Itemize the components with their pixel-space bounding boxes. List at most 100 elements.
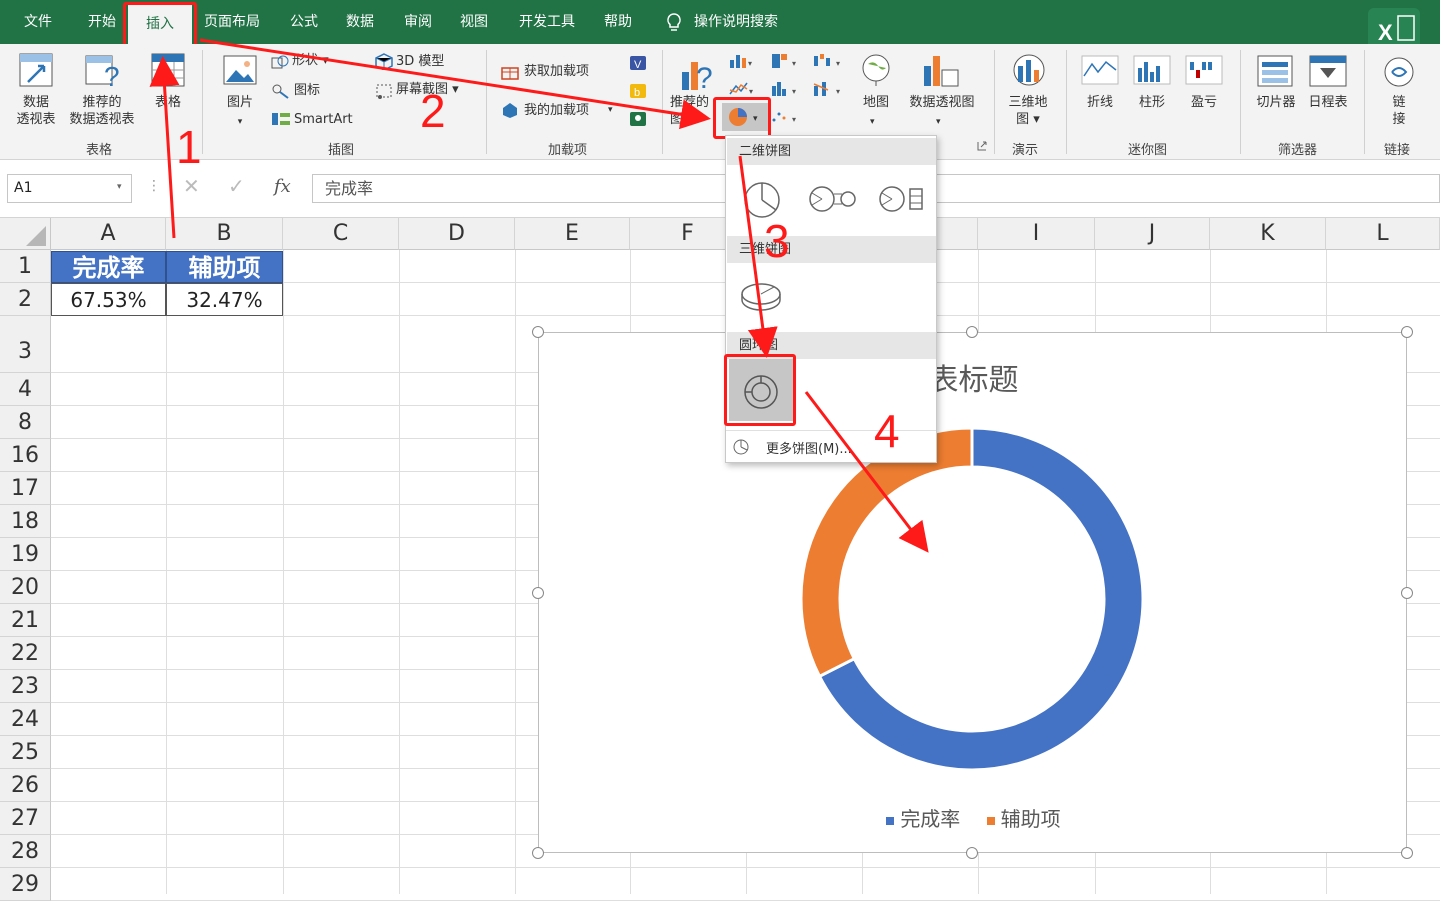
my-addins-button[interactable]: 我的加载项 bbox=[524, 102, 589, 119]
chevron-down-icon[interactable]: ▾ bbox=[117, 182, 122, 192]
resize-handle[interactable] bbox=[1401, 587, 1413, 599]
timeline-button[interactable]: 日程表 bbox=[1302, 94, 1354, 111]
sparkline-winloss-button[interactable]: 盈亏 bbox=[1184, 94, 1224, 111]
tab-developer[interactable]: 开发工具 bbox=[512, 0, 582, 44]
row-header-4[interactable]: 4 bbox=[0, 373, 51, 406]
row-header-1[interactable]: 1 bbox=[0, 250, 51, 283]
pivot-table-button[interactable]: 数据 透视表 bbox=[10, 94, 62, 128]
combo-chart-icon: ▾ bbox=[813, 82, 840, 96]
cell-a2[interactable]: 67.53% bbox=[51, 283, 166, 316]
column-header-i[interactable]: I bbox=[978, 218, 1095, 250]
doughnut-chart[interactable]: 表标题 完成率 辅助项 bbox=[538, 332, 1407, 853]
resize-handle[interactable] bbox=[1401, 847, 1413, 859]
row-header-19[interactable]: 19 bbox=[0, 538, 51, 571]
row-header-18[interactable]: 18 bbox=[0, 505, 51, 538]
row-header-28[interactable]: 28 bbox=[0, 835, 51, 868]
row-header-17[interactable]: 17 bbox=[0, 472, 51, 505]
pie-3d-icon[interactable] bbox=[740, 280, 782, 314]
3d-map-button[interactable]: 三维地图 ▾ bbox=[1000, 94, 1056, 128]
row-header-16[interactable]: 16 bbox=[0, 439, 51, 472]
column-header-k[interactable]: K bbox=[1210, 218, 1326, 250]
line-chart-icon: ▾ bbox=[729, 82, 753, 96]
sparkline-column-button[interactable]: 柱形 bbox=[1132, 94, 1172, 111]
tab-review[interactable]: 审阅 bbox=[398, 0, 438, 44]
doughnut-slice-helper[interactable] bbox=[799, 426, 974, 679]
more-pie-icon bbox=[733, 439, 749, 455]
cancel-icon[interactable]: ✕ bbox=[183, 174, 200, 198]
row-header-27[interactable]: 27 bbox=[0, 802, 51, 835]
row-header-26[interactable]: 26 bbox=[0, 769, 51, 802]
tab-data[interactable]: 数据 bbox=[340, 0, 380, 44]
resize-handle[interactable] bbox=[966, 847, 978, 859]
resize-handle[interactable] bbox=[532, 587, 544, 599]
cell-a1[interactable]: 完成率 bbox=[51, 251, 166, 283]
row-header-21[interactable]: 21 bbox=[0, 604, 51, 637]
pivot-chart-button[interactable]: 数据透视图 bbox=[902, 94, 982, 111]
sparkline-line-button[interactable]: 折线 bbox=[1080, 94, 1120, 111]
get-addins-button[interactable]: 获取加载项 bbox=[524, 63, 589, 80]
resize-handle[interactable] bbox=[966, 326, 978, 338]
column-header-e[interactable]: E bbox=[515, 218, 630, 250]
dialog-launcher-icon[interactable] bbox=[976, 140, 988, 152]
row-header-24[interactable]: 24 bbox=[0, 703, 51, 736]
recommended-pivot-button[interactable]: 推荐的 数据透视表 bbox=[62, 94, 142, 128]
people-graph-icon bbox=[630, 112, 646, 126]
visio-icon: V bbox=[630, 56, 646, 71]
group-separator bbox=[1240, 50, 1241, 154]
bar-of-pie-icon[interactable] bbox=[878, 184, 928, 214]
row-header-20[interactable]: 20 bbox=[0, 571, 51, 604]
icons-button[interactable]: 图标 bbox=[294, 82, 320, 99]
chevron-down-icon: ▾ bbox=[608, 105, 613, 115]
3d-map-icon bbox=[1013, 54, 1045, 86]
shapes-button[interactable]: 形状 ▾ bbox=[292, 52, 329, 69]
slicer-button[interactable]: 切片器 bbox=[1252, 94, 1300, 111]
row-header-8[interactable]: 8 bbox=[0, 406, 51, 439]
column-header-l[interactable]: L bbox=[1326, 218, 1440, 250]
pie-2d-icon[interactable] bbox=[742, 180, 782, 220]
svg-text:▾: ▾ bbox=[836, 87, 840, 96]
tab-file[interactable]: 文件 bbox=[18, 0, 58, 44]
name-box[interactable]: A1 bbox=[7, 174, 132, 203]
row-header-25[interactable]: 25 bbox=[0, 736, 51, 769]
smartart-button[interactable]: SmartArt bbox=[294, 111, 353, 128]
tab-view[interactable]: 视图 bbox=[454, 0, 494, 44]
sparkline-line-icon bbox=[1081, 55, 1119, 85]
pie-of-pie-icon[interactable] bbox=[808, 184, 858, 214]
screenshot-icon bbox=[376, 84, 392, 99]
select-all-corner[interactable] bbox=[0, 218, 51, 250]
chart-legend[interactable]: 完成率 辅助项 bbox=[539, 803, 1408, 832]
column-header-j[interactable]: J bbox=[1095, 218, 1210, 250]
tab-formulas[interactable]: 公式 bbox=[284, 0, 324, 44]
link-button[interactable]: 链接 bbox=[1386, 94, 1412, 128]
resize-handle[interactable] bbox=[1401, 326, 1413, 338]
row-header-23[interactable]: 23 bbox=[0, 670, 51, 703]
cell-b1[interactable]: 辅助项 bbox=[166, 251, 283, 283]
row-header-29[interactable]: 29 bbox=[0, 868, 51, 901]
row-header-3[interactable]: 3 bbox=[0, 316, 51, 373]
row-header-22[interactable]: 22 bbox=[0, 637, 51, 670]
resize-handle[interactable] bbox=[532, 326, 544, 338]
insert-function-icon[interactable]: fx bbox=[274, 176, 291, 197]
tab-home[interactable]: 开始 bbox=[82, 0, 122, 44]
resize-handle[interactable] bbox=[532, 847, 544, 859]
grid-column-line bbox=[166, 250, 167, 894]
cell-b2[interactable]: 32.47% bbox=[166, 283, 283, 316]
table-button[interactable]: 表格 bbox=[148, 94, 188, 111]
column-header-a[interactable]: A bbox=[51, 218, 166, 250]
enter-icon[interactable]: ✓ bbox=[228, 174, 245, 198]
link-icon bbox=[1384, 57, 1414, 87]
column-header-d[interactable]: D bbox=[399, 218, 515, 250]
row-header-2[interactable]: 2 bbox=[0, 283, 51, 316]
map-chart-button[interactable]: 地图 bbox=[856, 94, 896, 111]
tell-me-search[interactable]: 操作说明搜索 bbox=[694, 0, 794, 44]
svg-text:?: ? bbox=[696, 62, 713, 94]
column-header-c[interactable]: C bbox=[283, 218, 399, 250]
picture-button[interactable]: 图片 bbox=[218, 94, 262, 111]
annotation-number-4: 4 bbox=[874, 405, 900, 457]
3d-model-button[interactable]: 3D 模型 bbox=[396, 53, 444, 70]
annotation-box-pie-button bbox=[713, 97, 771, 139]
tab-help[interactable]: 帮助 bbox=[598, 0, 638, 44]
tab-page-layout[interactable]: 页面布局 bbox=[200, 0, 264, 44]
column-header-b[interactable]: B bbox=[166, 218, 283, 250]
more-pie-charts-link[interactable]: 更多饼图(M)... bbox=[766, 438, 852, 457]
